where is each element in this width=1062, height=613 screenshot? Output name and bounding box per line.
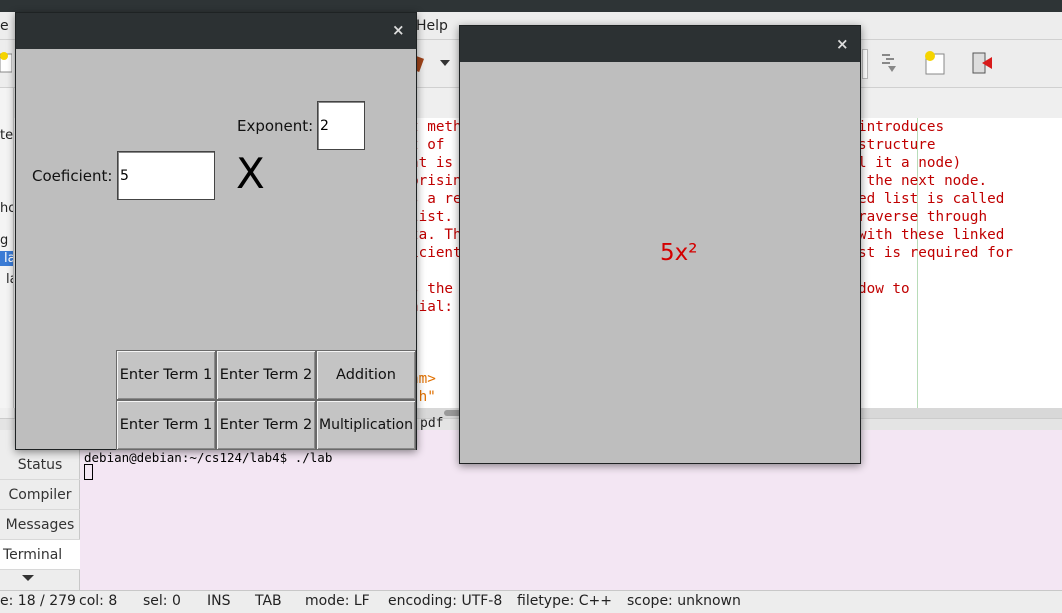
tabs-scroll-down-icon[interactable] [22,575,34,581]
status-scope: scope: unknown [627,593,741,609]
code-left-line: nt is [410,155,454,171]
message-window-tabs: Status Compiler Messages Terminal [0,430,80,590]
code-left-line: s the [410,281,454,297]
code-left-line: prisin [410,173,462,189]
code-right-line: with these linked [858,227,1005,243]
status-line: e: 18 / 279 [0,593,76,609]
menu-item-help[interactable]: Help [416,18,448,34]
enter-term-2-button-mult[interactable]: Enter Term 2 [216,400,316,450]
sidebar-item[interactable]: g .. [0,233,13,248]
code-left-line: ta. Th [410,227,462,243]
close-icon[interactable]: × [392,21,405,39]
tab-terminal[interactable]: Terminal [0,540,80,570]
status-encoding: encoding: UTF-8 [388,593,503,609]
status-tab: TAB [255,593,282,609]
sidebar-symbols: ter ho g .. la la [0,88,14,408]
ide-titlebar [0,0,1062,12]
enter-term-2-button[interactable]: Enter Term 2 [216,350,316,400]
status-sel: sel: 0 [143,593,181,609]
code-right-line: st is required for [858,245,1013,261]
tab-messages[interactable]: Messages [0,510,80,540]
output-window-titlebar[interactable]: × [460,26,860,62]
new-document-icon[interactable] [922,50,948,76]
code-text-left: t meth t of nt is prisin s a re list. ta. Th i… [410,118,462,316]
code-left-line: nial: [410,299,454,315]
terminal-cursor [84,464,93,480]
code-left-line: s a re [410,191,462,207]
enter-term-1-button[interactable]: Enter Term 1 [116,350,216,400]
input-window-titlebar[interactable]: × [16,13,416,49]
status-ins: INS [207,593,231,609]
code-right-line: raverse through [858,209,988,225]
tab-status[interactable]: Status [0,450,80,480]
tab-compiler[interactable]: Compiler [0,480,80,510]
code-left-line [410,262,462,280]
status-filetype: filetype: C++ [517,593,612,609]
jump-to-line-icon[interactable] [876,50,902,76]
code-right-line: l it a node) [858,155,962,171]
code-left-line: list. [410,209,454,225]
status-bar: e: 18 / 279 col: 8 sel: 0 INS TAB mode: … [0,590,1062,613]
polynomial-input-window: × Exponent: Coeficient: X Enter Term 1 E… [15,12,417,450]
code-right-line: dow to [858,281,910,297]
code-left-line: t of [410,137,454,153]
toolbar-search-field[interactable] [862,49,868,79]
sidebar-tab[interactable]: ter [0,128,13,143]
close-icon[interactable]: × [836,35,849,53]
sidebar-item-selected[interactable]: la [0,251,13,266]
quit-icon[interactable] [970,50,996,76]
sidebar-item[interactable]: ho [0,201,13,216]
coefficient-label: Coeficient: [32,167,113,185]
pdf-fragment: pdf [420,416,444,431]
enter-term-1-button-mult[interactable]: Enter Term 1 [116,400,216,450]
code-right-line: introduces [858,119,945,135]
code-text-right: introduces structure l it a node) the next… [858,118,1013,298]
exponent-label: Exponent: [237,117,314,135]
multiplication-button[interactable]: Multiplication [316,400,416,450]
code-right-line: the next node. [858,173,988,189]
polynomial-result-text: 5x² [660,240,698,266]
status-col: col: 8 [79,593,118,609]
code-left-line: t meth [410,119,462,135]
code-right-line: structure [858,137,936,153]
code-left-line: icient [410,245,462,261]
code-right-line [858,262,1013,280]
terminal-prompt: debian@debian:~/cs124/lab4$ ./lab [84,450,333,465]
code-right-line: ed list is called [858,191,1005,207]
sidebar-item[interactable]: la [0,272,13,287]
addition-button[interactable]: Addition [316,350,416,400]
status-mode: mode: LF [305,593,370,609]
multiply-x-symbol: X [236,149,265,198]
menu-item-partial[interactable]: e [0,18,9,34]
coefficient-input[interactable] [117,151,215,200]
exponent-input[interactable] [317,101,365,150]
polynomial-output-window: × 5x² [459,25,861,464]
